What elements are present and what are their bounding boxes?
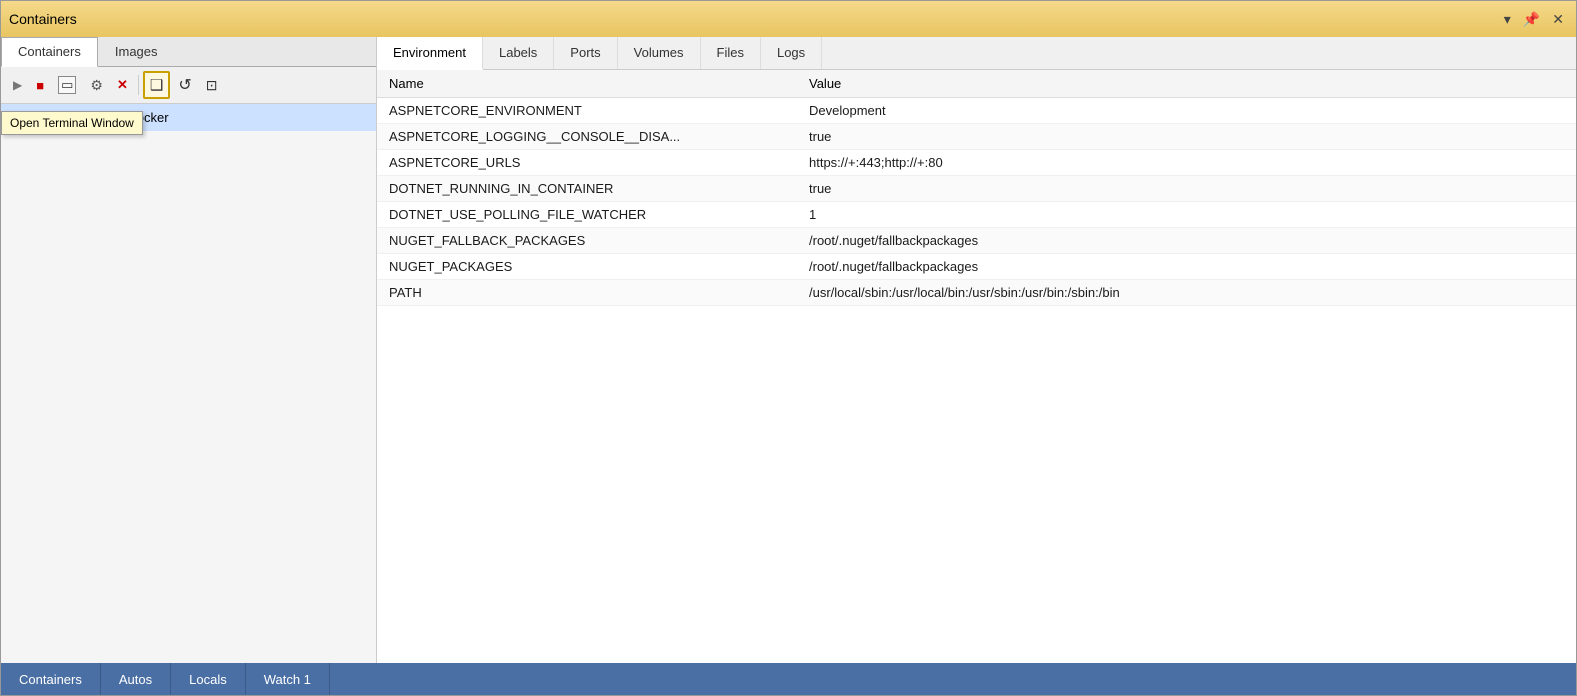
- toolbar-separator: [138, 75, 139, 95]
- left-top-tabs: Containers Images: [1, 37, 376, 67]
- env-table-container: Name Value ASPNETCORE_ENVIRONMENTDevelop…: [377, 70, 1576, 663]
- delete-icon: ✕: [117, 77, 128, 93]
- env-name-cell: ASPNETCORE_LOGGING__CONSOLE__DISA...: [377, 124, 797, 150]
- stop-button[interactable]: ■: [30, 74, 50, 97]
- terminal-icon: ▭: [58, 76, 76, 94]
- window-title: Containers: [9, 11, 77, 27]
- stop-icon: ■: [36, 78, 44, 93]
- env-name-cell: PATH: [377, 280, 797, 306]
- container-list: WebApplication-Docker: [1, 104, 376, 663]
- copy-button[interactable]: ❑: [143, 71, 170, 99]
- tab-environment[interactable]: Environment: [377, 37, 483, 70]
- table-row: ASPNETCORE_LOGGING__CONSOLE__DISA...true: [377, 124, 1576, 150]
- tooltip-popup: Open Terminal Window: [1, 111, 143, 135]
- env-name-cell: NUGET_FALLBACK_PACKAGES: [377, 228, 797, 254]
- pin-button[interactable]: 📌: [1519, 9, 1544, 30]
- bottom-tab-locals[interactable]: Locals: [171, 663, 246, 695]
- refresh-icon: ↺: [178, 75, 191, 95]
- tab-files[interactable]: Files: [701, 37, 761, 69]
- table-row: PATH/usr/local/sbin:/usr/local/bin:/usr/…: [377, 280, 1576, 306]
- table-row: NUGET_FALLBACK_PACKAGES/root/.nuget/fall…: [377, 228, 1576, 254]
- title-bar-left: Containers: [9, 11, 77, 27]
- env-value-cell: true: [797, 124, 1576, 150]
- main-area: Containers Images ▶ ■ ▭ ⚙: [1, 37, 1576, 695]
- col-header-name: Name: [377, 70, 797, 98]
- close-button[interactable]: ✕: [1548, 9, 1568, 30]
- right-panel: Environment Labels Ports Volumes Files L…: [377, 37, 1576, 663]
- toolbar: ▶ ■ ▭ ⚙ ✕ ❑: [1, 67, 376, 104]
- settings-button[interactable]: ⚙: [84, 73, 109, 98]
- bottom-tab-watch1[interactable]: Watch 1: [246, 663, 330, 695]
- env-value-cell: 1: [797, 202, 1576, 228]
- env-value-cell: true: [797, 176, 1576, 202]
- title-bar-controls: ▾ 📌 ✕: [1500, 9, 1568, 30]
- main-window: Containers ▾ 📌 ✕ Containers Images ▶: [0, 0, 1577, 696]
- copy-all-icon: ⊡: [206, 77, 218, 94]
- table-row: DOTNET_RUNNING_IN_CONTAINERtrue: [377, 176, 1576, 202]
- env-table: Name Value ASPNETCORE_ENVIRONMENTDevelop…: [377, 70, 1576, 306]
- env-name-cell: NUGET_PACKAGES: [377, 254, 797, 280]
- env-value-cell: /root/.nuget/fallbackpackages: [797, 254, 1576, 280]
- play-button[interactable]: ▶: [7, 74, 28, 96]
- table-row: ASPNETCORE_URLShttps://+:443;http://+:80: [377, 150, 1576, 176]
- delete-button[interactable]: ✕: [111, 73, 134, 97]
- play-icon: ▶: [13, 78, 22, 92]
- tab-images[interactable]: Images: [98, 37, 175, 66]
- copy-icon: ❑: [150, 76, 163, 94]
- env-name-cell: ASPNETCORE_URLS: [377, 150, 797, 176]
- env-name-cell: DOTNET_USE_POLLING_FILE_WATCHER: [377, 202, 797, 228]
- bottom-tab-containers[interactable]: Containers: [1, 663, 101, 695]
- env-value-cell: Development: [797, 98, 1576, 124]
- title-bar: Containers ▾ 📌 ✕: [1, 1, 1576, 37]
- detail-tabs: Environment Labels Ports Volumes Files L…: [377, 37, 1576, 70]
- env-name-cell: ASPNETCORE_ENVIRONMENT: [377, 98, 797, 124]
- tab-labels[interactable]: Labels: [483, 37, 554, 69]
- tab-logs[interactable]: Logs: [761, 37, 822, 69]
- env-value-cell: /usr/local/sbin:/usr/local/bin:/usr/sbin…: [797, 280, 1576, 306]
- settings-icon: ⚙: [90, 77, 103, 94]
- col-header-value: Value: [797, 70, 1576, 98]
- terminal-button[interactable]: ▭: [52, 72, 82, 98]
- table-row: ASPNETCORE_ENVIRONMENTDevelopment: [377, 98, 1576, 124]
- content-area: Containers Images ▶ ■ ▭ ⚙: [1, 37, 1576, 663]
- table-row: NUGET_PACKAGES/root/.nuget/fallbackpacka…: [377, 254, 1576, 280]
- bottom-tab-autos[interactable]: Autos: [101, 663, 171, 695]
- bottom-tabs: Containers Autos Locals Watch 1: [1, 663, 1576, 695]
- table-row: DOTNET_USE_POLLING_FILE_WATCHER1: [377, 202, 1576, 228]
- refresh-button[interactable]: ↺: [172, 71, 197, 99]
- env-name-cell: DOTNET_RUNNING_IN_CONTAINER: [377, 176, 797, 202]
- minimize-button[interactable]: ▾: [1500, 9, 1515, 30]
- tab-containers[interactable]: Containers: [1, 37, 98, 67]
- left-panel: Containers Images ▶ ■ ▭ ⚙: [1, 37, 377, 663]
- tab-ports[interactable]: Ports: [554, 37, 617, 69]
- env-value-cell: /root/.nuget/fallbackpackages: [797, 228, 1576, 254]
- copy-all-button[interactable]: ⊡: [200, 73, 224, 98]
- tab-volumes[interactable]: Volumes: [618, 37, 701, 69]
- env-value-cell: https://+:443;http://+:80: [797, 150, 1576, 176]
